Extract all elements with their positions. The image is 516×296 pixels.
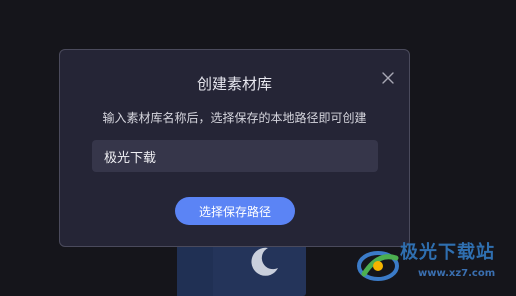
watermark-logo-icon [357,251,399,281]
watermark: 极光下载站 www.xz7.com [356,242,516,290]
moon-icon [251,247,278,276]
dialog-instructions: 输入素材库名称后，选择保存的本地路径即可创建 [102,111,367,125]
dialog-title: 创建素材库 [196,75,272,93]
watermark-name: 极光下载站 [400,242,495,263]
watermark-url: www.xz7.com [418,268,496,279]
library-name-input[interactable] [92,140,378,172]
create-library-dialog: 创建素材库 输入素材库名称后，选择保存的本地路径即可创建 选择保存路径 [59,49,410,247]
choose-save-path-button[interactable]: 选择保存路径 [175,197,295,225]
close-button[interactable] [380,70,396,86]
close-icon [382,72,394,84]
